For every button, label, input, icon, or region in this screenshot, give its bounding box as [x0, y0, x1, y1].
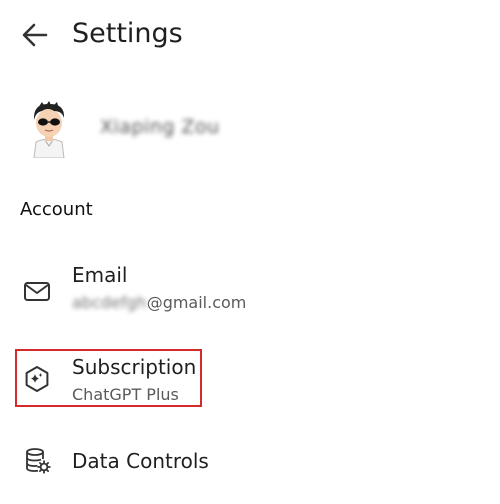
profile-name: Xiaping Zou: [100, 116, 220, 138]
settings-item-email[interactable]: Email abcdefgh@gmail.com: [0, 256, 500, 322]
subscription-label: Subscription: [72, 355, 197, 379]
arrow-left-icon: [22, 23, 48, 47]
email-label: Email: [72, 263, 128, 287]
back-button[interactable]: [18, 18, 52, 52]
top-app-bar: Settings: [0, 0, 500, 70]
email-value: abcdefgh@gmail.com: [72, 292, 246, 314]
page-title: Settings: [72, 18, 183, 49]
data-controls-label: Data Controls: [72, 449, 209, 473]
profile-row[interactable]: Xiaping Zou: [0, 92, 500, 164]
mail-icon: [22, 276, 52, 306]
email-domain: @gmail.com: [146, 293, 247, 312]
database-gear-icon: [22, 446, 52, 476]
settings-item-data-controls[interactable]: Data Controls: [0, 440, 500, 484]
subscription-hexagon-icon: [22, 364, 52, 394]
avatar: [24, 98, 74, 159]
avatar-cartoon-icon: [33, 101, 65, 159]
subscription-value: ChatGPT Plus: [72, 385, 179, 404]
email-local-part: abcdefgh: [72, 293, 147, 312]
section-header-account: Account: [20, 199, 93, 220]
settings-item-subscription[interactable]: Subscription ChatGPT Plus: [0, 350, 500, 410]
